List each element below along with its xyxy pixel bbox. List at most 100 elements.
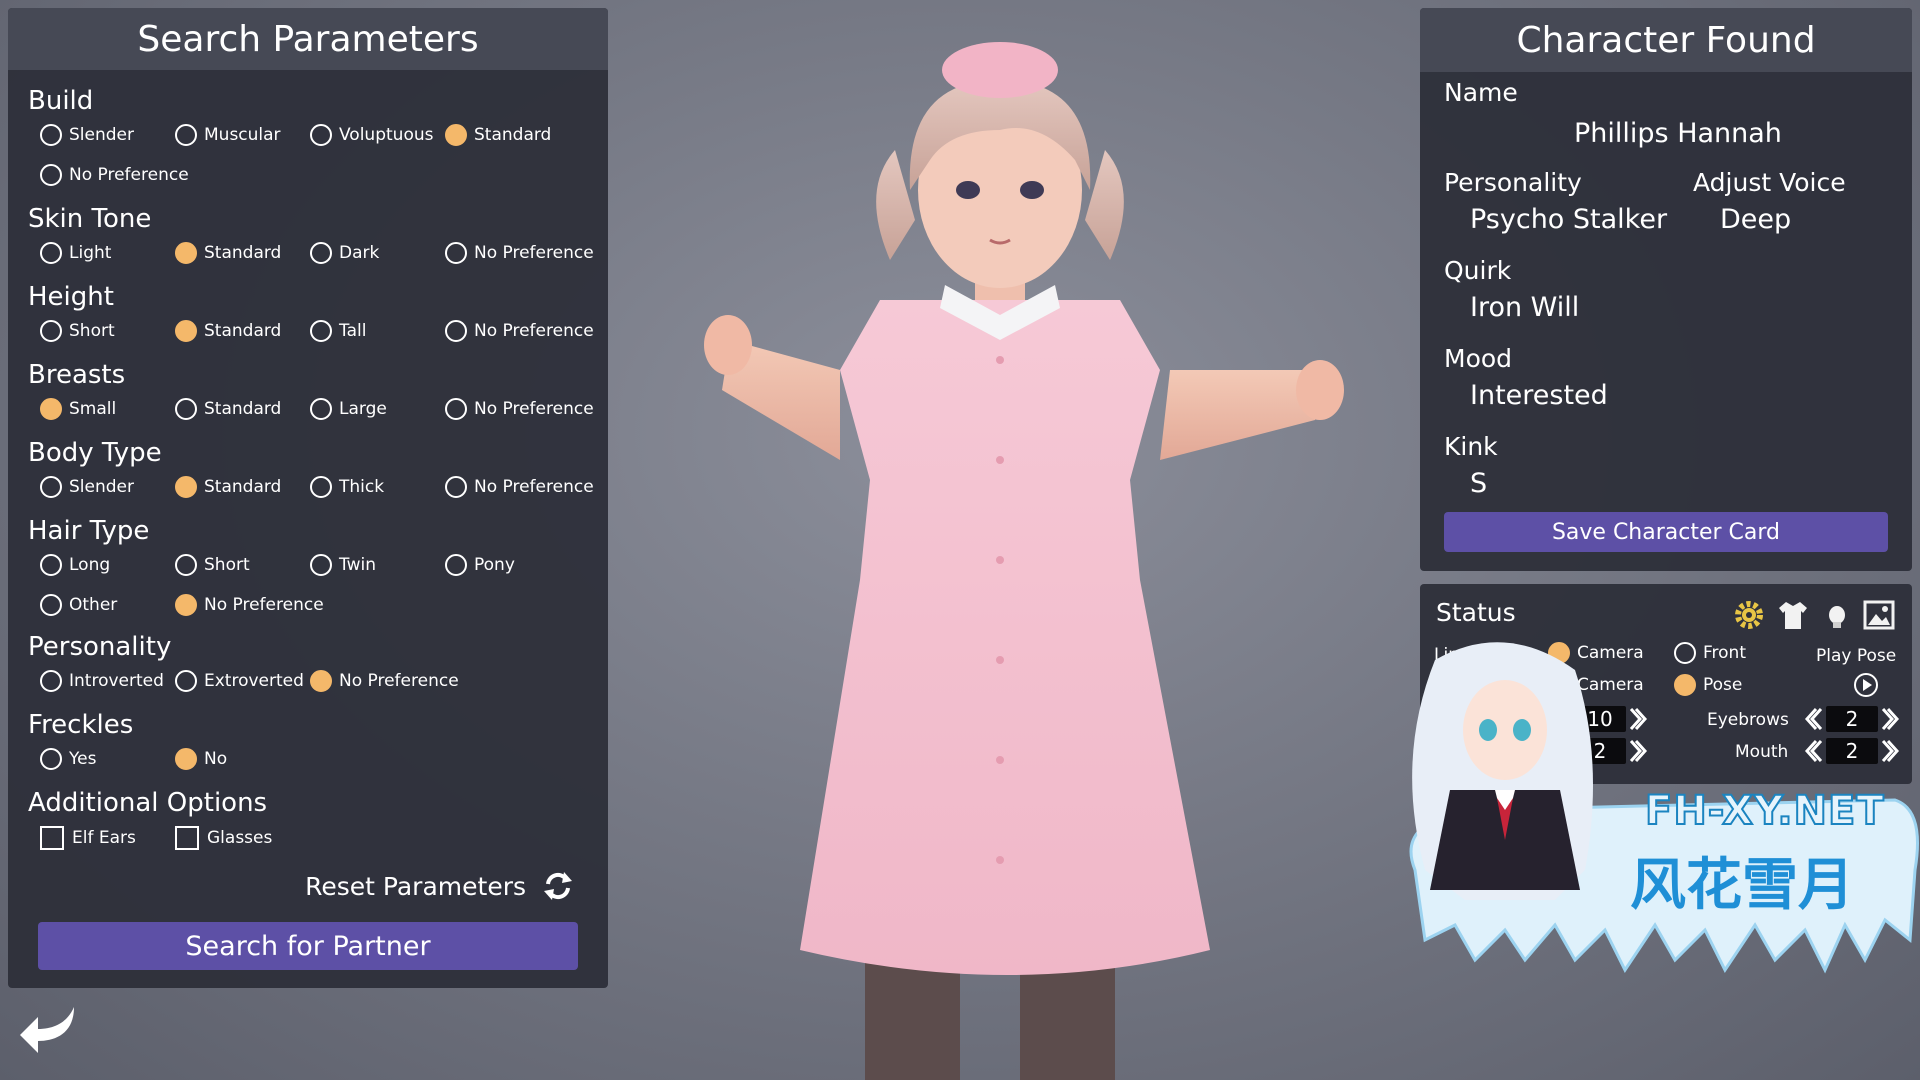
hair-type-option-twin[interactable]: Twin — [310, 554, 376, 576]
hair-type-option-other[interactable]: Other — [40, 594, 117, 616]
breasts-option-standard[interactable]: Standard — [175, 398, 281, 420]
radio-indicator — [175, 124, 197, 146]
radio-indicator — [310, 320, 332, 342]
character-panel-header: Character Found — [1420, 8, 1912, 72]
back-arrow-icon[interactable] — [16, 1003, 80, 1063]
option-label: Short — [69, 321, 115, 341]
section-title-skin-tone: Skin Tone — [28, 204, 152, 234]
quirk-label: Quirk — [1444, 256, 1512, 285]
option-label: No Preference — [69, 165, 189, 185]
build-option-voluptuous[interactable]: Voluptuous — [310, 124, 433, 146]
option-label: Slender — [69, 125, 134, 145]
skin-tone-option-standard[interactable]: Standard — [175, 242, 281, 264]
radio-indicator — [175, 670, 197, 692]
option-label: Dark — [339, 243, 380, 263]
option-label: No Preference — [339, 671, 459, 691]
body-type-option-no-preference[interactable]: No Preference — [445, 476, 594, 498]
elf-ears-checkbox[interactable]: Elf Ears — [40, 826, 136, 850]
refresh-icon — [544, 872, 572, 900]
body-type-option-slender[interactable]: Slender — [40, 476, 134, 498]
radio-indicator — [445, 320, 467, 342]
breasts-option-large[interactable]: Large — [310, 398, 387, 420]
personality-option-no-preference[interactable]: No Preference — [310, 670, 459, 692]
section-title-freckles: Freckles — [28, 710, 134, 740]
personality-option-introverted[interactable]: Introverted — [40, 670, 164, 692]
search-button-label: Search for Partner — [185, 930, 431, 962]
skin-tone-option-light[interactable]: Light — [40, 242, 111, 264]
option-label: Slender — [69, 477, 134, 497]
personality-label: Personality — [1444, 168, 1582, 197]
watermark-site-text: FH-XY.NET — [1644, 787, 1885, 835]
skin-tone-option-no-preference[interactable]: No Preference — [445, 242, 594, 264]
section-title-breasts: Breasts — [28, 360, 126, 390]
build-option-no-preference[interactable]: No Preference — [40, 164, 189, 186]
height-option-tall[interactable]: Tall — [310, 320, 366, 342]
build-option-muscular[interactable]: Muscular — [175, 124, 281, 146]
light-bulb-icon[interactable] — [1820, 598, 1854, 632]
image-icon[interactable] — [1862, 598, 1896, 632]
radio-indicator — [175, 398, 197, 420]
option-label: Elf Ears — [72, 828, 136, 848]
radio-indicator — [445, 124, 467, 146]
body-type-option-standard[interactable]: Standard — [175, 476, 281, 498]
radio-indicator — [40, 670, 62, 692]
option-label: No Preference — [204, 595, 324, 615]
option-label: Short — [204, 555, 250, 575]
kink-label: Kink — [1444, 432, 1498, 461]
radio-indicator — [310, 242, 332, 264]
clothing-icon[interactable] — [1776, 598, 1810, 632]
breasts-option-no-preference[interactable]: No Preference — [445, 398, 594, 420]
option-label: No Preference — [474, 243, 594, 263]
character-model-image — [704, 42, 1344, 1080]
height-option-standard[interactable]: Standard — [175, 320, 281, 342]
build-option-slender[interactable]: Slender — [40, 124, 134, 146]
radio-indicator — [310, 124, 332, 146]
hair-type-option-long[interactable]: Long — [40, 554, 110, 576]
save-character-card-button[interactable]: Save Character Card — [1444, 512, 1888, 552]
breasts-option-small[interactable]: Small — [40, 398, 116, 420]
option-label: Standard — [204, 243, 282, 263]
option-label: Thick — [339, 477, 385, 497]
option-label: Glasses — [207, 828, 273, 848]
option-label: Standard — [204, 321, 282, 341]
radio-indicator — [175, 320, 197, 342]
radio-indicator — [40, 476, 62, 498]
radio-indicator — [40, 748, 62, 770]
personality-option-extroverted[interactable]: Extroverted — [175, 670, 304, 692]
freckles-option-no[interactable]: No — [175, 748, 227, 770]
hair-type-option-no-preference[interactable]: No Preference — [175, 594, 324, 616]
option-label: Small — [69, 399, 117, 419]
build-option-standard[interactable]: Standard — [445, 124, 551, 146]
adjust-voice-button[interactable]: Adjust Voice — [1693, 168, 1846, 197]
option-label: Muscular — [204, 125, 281, 145]
radio-indicator — [40, 164, 62, 186]
radio-indicator — [40, 124, 62, 146]
option-label: Standard — [204, 477, 282, 497]
section-title-height: Height — [28, 282, 114, 312]
option-label: Yes — [69, 749, 97, 769]
hair-type-option-pony[interactable]: Pony — [445, 554, 515, 576]
option-label: Tall — [339, 321, 367, 341]
gear-icon[interactable] — [1732, 598, 1766, 632]
freckles-option-yes[interactable]: Yes — [40, 748, 96, 770]
search-for-partner-button[interactable]: Search for Partner — [38, 922, 578, 970]
height-option-no-preference[interactable]: No Preference — [445, 320, 594, 342]
character-panel-title: Character Found — [1516, 19, 1816, 61]
radio-indicator — [310, 554, 332, 576]
mood-value: Interested — [1470, 380, 1608, 411]
reset-parameters-button[interactable]: Reset Parameters — [305, 868, 576, 904]
skin-tone-option-dark[interactable]: Dark — [310, 242, 379, 264]
radio-indicator — [40, 398, 62, 420]
body-type-option-thick[interactable]: Thick — [310, 476, 384, 498]
section-title-body-type: Body Type — [28, 438, 162, 468]
glasses-checkbox[interactable]: Glasses — [175, 826, 272, 850]
radio-indicator — [175, 242, 197, 264]
option-label: Large — [339, 399, 387, 419]
section-title-build: Build — [28, 86, 94, 116]
character-name: Phillips Hannah — [1574, 118, 1782, 149]
section-title-hair-type: Hair Type — [28, 516, 150, 546]
hair-type-option-short[interactable]: Short — [175, 554, 250, 576]
height-option-short[interactable]: Short — [40, 320, 115, 342]
reset-parameters-label: Reset Parameters — [305, 871, 526, 901]
save-card-label: Save Character Card — [1551, 519, 1781, 545]
